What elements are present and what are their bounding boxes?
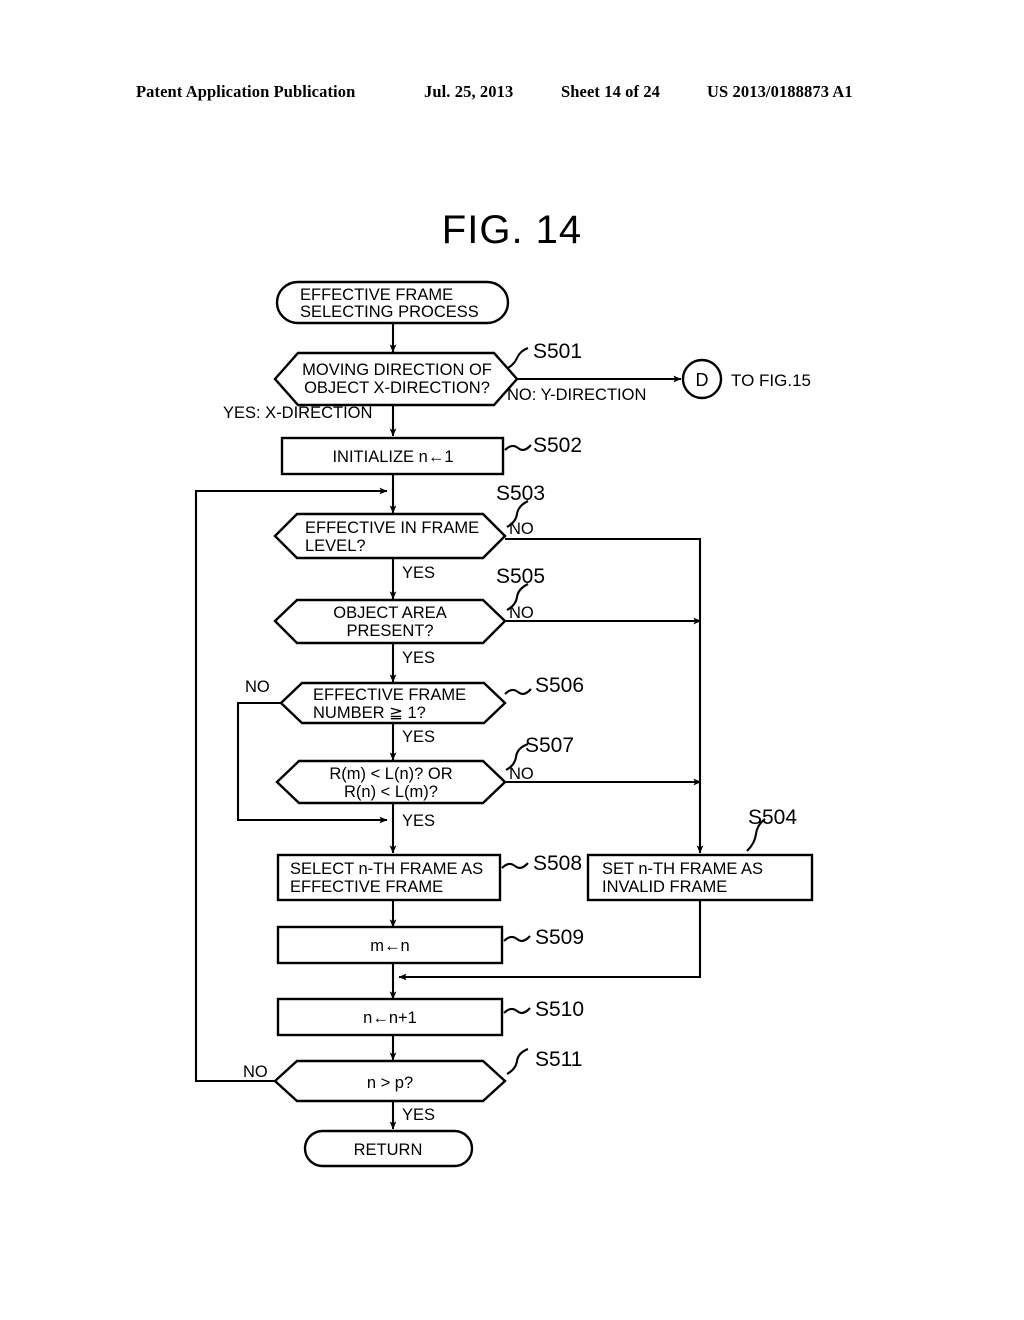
step-label-s503: S503 xyxy=(496,482,545,505)
leader-s510 xyxy=(503,1007,531,1014)
node-s504[interactable]: SET n-TH FRAME AS INVALID FRAME xyxy=(586,853,814,902)
node-s509[interactable]: m←n xyxy=(276,925,504,965)
leader-s502 xyxy=(504,444,532,451)
leader-s501 xyxy=(505,347,529,370)
branch-s507-no: NO xyxy=(509,765,534,783)
node-return-line1: RETURN xyxy=(354,1141,423,1159)
branch-s505-yes: YES xyxy=(402,649,435,667)
branch-s503-yes: YES xyxy=(402,564,435,582)
node-s506-line2: NUMBER ≧ 1? xyxy=(313,704,426,722)
node-s505-line2: PRESENT? xyxy=(346,622,433,640)
connector-d-caption: TO FIG.15 xyxy=(731,371,811,390)
leader-s506 xyxy=(504,688,532,695)
node-start-line1: EFFECTIVE FRAME xyxy=(300,286,453,304)
branch-s503-no: NO xyxy=(509,520,534,538)
node-s507-line1: R(m) < L(n)? OR xyxy=(329,765,452,783)
node-s507[interactable]: R(m) < L(n)? OR R(n) < L(m)? xyxy=(275,759,507,805)
node-s510-line1: n←n+1 xyxy=(363,1009,417,1027)
node-s505[interactable]: OBJECT AREA PRESENT? xyxy=(273,598,507,645)
node-s510[interactable]: n←n+1 xyxy=(276,997,504,1037)
node-s506[interactable]: EFFECTIVE FRAME NUMBER ≧ 1? xyxy=(279,681,507,725)
step-label-s506: S506 xyxy=(535,674,584,697)
step-label-s502: S502 xyxy=(533,434,582,457)
node-s503-line2: LEVEL? xyxy=(305,537,366,555)
leader-s508 xyxy=(501,862,529,869)
node-s503[interactable]: EFFECTIVE IN FRAME LEVEL? xyxy=(273,512,507,560)
node-s504-line2: INVALID FRAME xyxy=(602,878,727,896)
node-s502[interactable]: INITIALIZE n←1 xyxy=(280,436,505,476)
step-label-s509: S509 xyxy=(535,926,584,949)
node-s508-line1: SELECT n-TH FRAME AS xyxy=(290,860,483,878)
step-label-s507: S507 xyxy=(525,734,574,757)
node-s506-line1: EFFECTIVE FRAME xyxy=(313,686,466,704)
node-return[interactable]: RETURN xyxy=(303,1129,474,1168)
node-s509-line1: m←n xyxy=(370,937,409,955)
leader-s509 xyxy=(503,935,531,942)
connector-d-letter: D xyxy=(696,370,709,390)
patent-page: Patent Application Publication Jul. 25, … xyxy=(0,0,1024,1320)
step-label-s505: S505 xyxy=(496,565,545,588)
branch-s507-yes: YES xyxy=(402,812,435,830)
node-start-line2: SELECTING PROCESS xyxy=(300,303,479,321)
branch-s511-no: NO xyxy=(243,1063,268,1081)
branch-s501-no: NO: Y-DIRECTION xyxy=(507,386,646,404)
step-label-s510: S510 xyxy=(535,998,584,1021)
node-start[interactable]: EFFECTIVE FRAME SELECTING PROCESS xyxy=(275,280,510,325)
node-s503-line1: EFFECTIVE IN FRAME xyxy=(305,519,479,537)
node-s508-line2: EFFECTIVE FRAME xyxy=(290,878,443,896)
branch-s506-yes: YES xyxy=(402,728,435,746)
node-s505-line1: OBJECT AREA xyxy=(333,604,446,622)
branch-s506-no: NO xyxy=(245,678,270,696)
leader-s511 xyxy=(506,1048,529,1075)
flowchart-diagram: EFFECTIVE FRAME SELECTING PROCESS MOVING… xyxy=(194,280,814,1168)
node-s501[interactable]: MOVING DIRECTION OF OBJECT X-DIRECTION? xyxy=(273,351,519,407)
branch-s511-yes: YES xyxy=(402,1106,435,1124)
node-s501-line2: OBJECT X-DIRECTION? xyxy=(304,379,490,397)
step-label-s504: S504 xyxy=(748,806,797,829)
node-s511[interactable]: n > p? xyxy=(273,1059,507,1103)
branch-s505-no: NO xyxy=(509,604,534,622)
step-label-s508: S508 xyxy=(533,852,582,875)
step-label-s501: S501 xyxy=(533,340,582,363)
node-s508[interactable]: SELECT n-TH FRAME AS EFFECTIVE FRAME xyxy=(276,853,502,902)
branch-s501-yes: YES: X-DIRECTION xyxy=(223,404,372,422)
node-s502-line1: INITIALIZE n←1 xyxy=(332,448,453,466)
node-s507-line2: R(n) < L(m)? xyxy=(344,783,438,801)
connector-d[interactable]: D xyxy=(681,358,723,400)
node-s511-line1: n > p? xyxy=(367,1074,413,1092)
node-s501-line1: MOVING DIRECTION OF xyxy=(302,361,492,379)
node-s504-line1: SET n-TH FRAME AS xyxy=(602,860,763,878)
step-label-s511: S511 xyxy=(535,1048,583,1071)
